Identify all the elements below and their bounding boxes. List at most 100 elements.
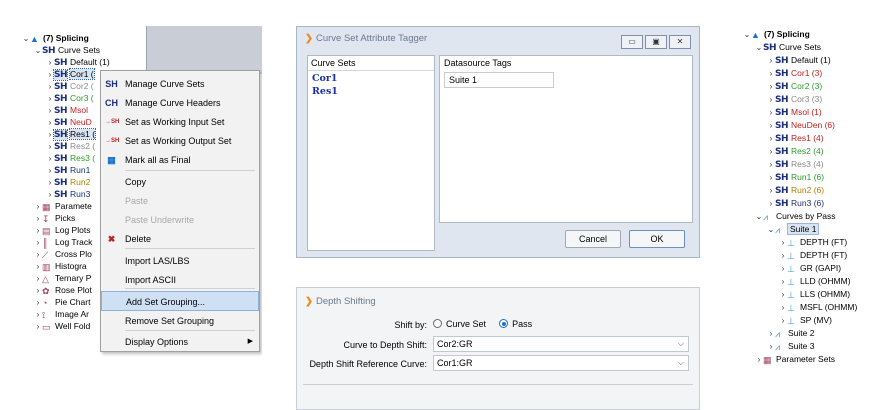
add-set-grouping-menu-item[interactable]: Add Set Grouping... <box>101 291 259 311</box>
chevron-right-icon[interactable]: › <box>767 68 775 80</box>
tree-item[interactable]: › ⟟ Image Ar <box>34 308 89 320</box>
tree-item[interactable]: › ▥ Histogra <box>34 260 87 272</box>
tree-item[interactable]: › ✿ Rose Plot <box>34 284 92 296</box>
chevron-right-icon[interactable]: › <box>779 250 787 262</box>
close-button[interactable]: ✕ <box>669 35 691 49</box>
tree-item[interactable]: › ▭ Well Fold <box>34 320 91 332</box>
tree-item-curve[interactable]: › ⊥ DEPTH (FT) <box>779 236 848 249</box>
paste-menu-item[interactable]: Paste <box>101 191 259 211</box>
chevron-down-icon[interactable]: ⌄ <box>743 29 751 41</box>
chevron-right-icon[interactable]: › <box>767 81 775 93</box>
copy-menu-item[interactable]: Copy <box>101 172 259 192</box>
tree-item[interactable]: › ↧ Picks <box>34 212 76 224</box>
import-ascii-menu-item[interactable]: Import ASCII <box>101 270 259 290</box>
tree-suite-1[interactable]: ⌄⩘ Suite 1 <box>767 223 820 236</box>
tag-input[interactable]: Suite 1 <box>444 72 554 88</box>
tree-item-curve-set[interactable]: › SH Run1 <box>46 164 91 176</box>
curve-sets-list[interactable]: Curve Sets Cor1 Res1 <box>307 55 435 251</box>
tree-item-curve-set[interactable]: › SH Cor1 (3) <box>767 67 823 80</box>
tree-item-curve[interactable]: › ⊥ GR (GAPI) <box>779 262 841 274</box>
tree-item-curve-set[interactable]: › SH Cor2 ( <box>46 80 94 92</box>
chevron-right-icon[interactable]: › <box>767 55 775 67</box>
tree-item-curve-set[interactable]: › SH Msol <box>46 104 88 116</box>
tree-item-curve[interactable]: › ⊥ SP (MV) <box>779 314 832 326</box>
set-working-output-menu-item[interactable]: →SH Set as Working Output Set <box>101 131 259 151</box>
tree-item-curve[interactable]: › ⊥ LLD (OHMM) <box>779 275 851 287</box>
chevron-down-icon[interactable]: ⌄ <box>755 42 763 54</box>
chevron-down-icon[interactable]: ⌄ <box>34 45 42 57</box>
tree-item-curve-set[interactable]: › SH Cor1 ( <box>46 68 95 81</box>
mark-final-menu-item[interactable]: ▦ Mark all as Final <box>101 150 259 170</box>
chevron-down-icon[interactable]: ⌄ <box>22 33 30 45</box>
tree-item-curve-set[interactable]: › SH NeuD <box>46 116 92 128</box>
tree-item-curve[interactable]: › ⊥ LLS (OHMM) <box>779 288 850 300</box>
tree-parameter-sets[interactable]: › ▦ Parameter Sets <box>755 353 835 365</box>
maximize-button[interactable]: ▣ <box>645 35 667 49</box>
minimize-button[interactable]: ▭ <box>621 35 643 49</box>
chevron-right-icon[interactable]: › <box>767 341 775 353</box>
tree-item[interactable]: › ⟋ Cross Plo <box>34 248 92 260</box>
chevron-right-icon[interactable]: › <box>767 133 775 145</box>
tree-item-curve-set[interactable]: › SH Res3 ( <box>46 152 95 164</box>
chevron-right-icon[interactable]: › <box>767 120 775 132</box>
curve-to-shift-combo[interactable]: Cor2:GR ⌵ <box>433 336 689 352</box>
chevron-right-icon[interactable]: › <box>779 237 787 249</box>
tree-item-curve-set[interactable]: › SH Res1 ( <box>46 128 97 141</box>
tree-item-curve-set[interactable]: › SH Res1 (4) <box>767 132 824 144</box>
tree-root[interactable]: ⌄▲ (7) Splicing <box>743 28 810 40</box>
chevron-right-icon[interactable]: › <box>755 354 763 366</box>
tree-item[interactable]: › △ Ternary P <box>34 272 92 284</box>
chevron-right-icon[interactable]: › <box>767 185 775 197</box>
tree-item-curve-set[interactable]: › SH Run2 (6) <box>767 184 824 196</box>
chevron-right-icon[interactable]: › <box>767 172 775 184</box>
curve-set-item[interactable]: Cor1 <box>312 73 338 84</box>
tree-item-curve-set[interactable]: › SH Run3 (6) <box>767 197 824 209</box>
display-options-menu-item[interactable]: Display Options ▶ <box>101 332 259 352</box>
tree-item-curve-set[interactable]: › SH Cor3 ( <box>46 92 94 104</box>
delete-menu-item[interactable]: ✖ Delete <box>101 229 259 249</box>
tree-item-curve-set[interactable]: › SH Res3 (4) <box>767 158 824 170</box>
reference-curve-combo[interactable]: Cor1:GR ⌵ <box>433 355 689 371</box>
tree-item-curve-set[interactable]: › SH Res2 ( <box>46 140 95 152</box>
chevron-down-icon[interactable]: ⌄ <box>767 224 775 236</box>
tree-curve-sets[interactable]: ⌄SH Curve Sets <box>34 44 100 56</box>
tree-item[interactable]: › ▤ Log Plots <box>34 224 91 236</box>
chevron-right-icon[interactable]: › <box>779 289 787 301</box>
tree-item-curve-set[interactable]: › SH Run2 <box>46 176 91 188</box>
tree-item-curve-set[interactable]: › SH Default (1) <box>46 56 110 68</box>
curve-set-radio[interactable] <box>433 319 442 328</box>
set-working-input-menu-item[interactable]: →SH Set as Working Input Set <box>101 112 259 132</box>
manage-curve-headers-menu-item[interactable]: CH Manage Curve Headers <box>101 93 259 113</box>
tree-item[interactable]: › ◔ Pie Chart <box>34 296 91 308</box>
manage-curve-sets-menu-item[interactable]: SH Manage Curve Sets <box>101 74 259 94</box>
chevron-right-icon[interactable]: › <box>767 328 775 340</box>
chevron-down-icon[interactable]: ⌄ <box>755 211 763 223</box>
tree-root[interactable]: ⌄▲ (7) Splicing <box>22 32 89 44</box>
tree-curves-by-pass[interactable]: ⌄⩘ Curves by Pass <box>755 210 836 222</box>
remove-set-grouping-menu-item[interactable]: Remove Set Grouping <box>101 311 259 331</box>
tree-item[interactable]: › ▦ Paramete <box>34 200 92 212</box>
chevron-right-icon[interactable]: › <box>779 263 787 275</box>
tree-item-curve[interactable]: › ⊥ DEPTH (FT) <box>779 249 848 262</box>
import-las-menu-item[interactable]: Import LAS/LBS <box>101 251 259 271</box>
tree-suite-3[interactable]: › ⩘ Suite 3 <box>767 340 815 353</box>
chevron-right-icon[interactable]: › <box>767 198 775 210</box>
tree-item-curve-set[interactable]: › SH Msol (1) <box>767 106 822 118</box>
tree-item-curve-set[interactable]: › SH Run1 (6) <box>767 171 824 183</box>
paste-underwrite-menu-item[interactable]: Paste Underwrite <box>101 210 259 230</box>
curve-set-item[interactable]: Res1 <box>312 86 338 97</box>
tree-curve-sets[interactable]: ⌄SH Curve Sets <box>755 41 821 53</box>
ok-button[interactable]: OK <box>629 230 685 248</box>
chevron-right-icon[interactable]: › <box>767 107 775 119</box>
tree-item-curve-set[interactable]: › SH Cor3 (3) <box>767 93 823 105</box>
tree-item-curve-set[interactable]: › SH Res2 (4) <box>767 145 824 157</box>
tree-item-curve-set[interactable]: › SH Run3 <box>46 188 91 200</box>
tree-suite-2[interactable]: › ⩘ Suite 2 <box>767 327 815 340</box>
chevron-right-icon[interactable]: › <box>779 315 787 327</box>
cancel-button[interactable]: Cancel <box>565 230 621 248</box>
chevron-right-icon[interactable]: › <box>779 302 787 314</box>
chevron-right-icon[interactable]: › <box>779 276 787 288</box>
tree-item-curve-set[interactable]: › SH Cor2 (3) <box>767 80 823 93</box>
tree-item-curve-set[interactable]: › SH Default (1) <box>767 54 831 66</box>
tree-item-curve[interactable]: › ⊥ MSFL (OHMM) <box>779 301 858 314</box>
